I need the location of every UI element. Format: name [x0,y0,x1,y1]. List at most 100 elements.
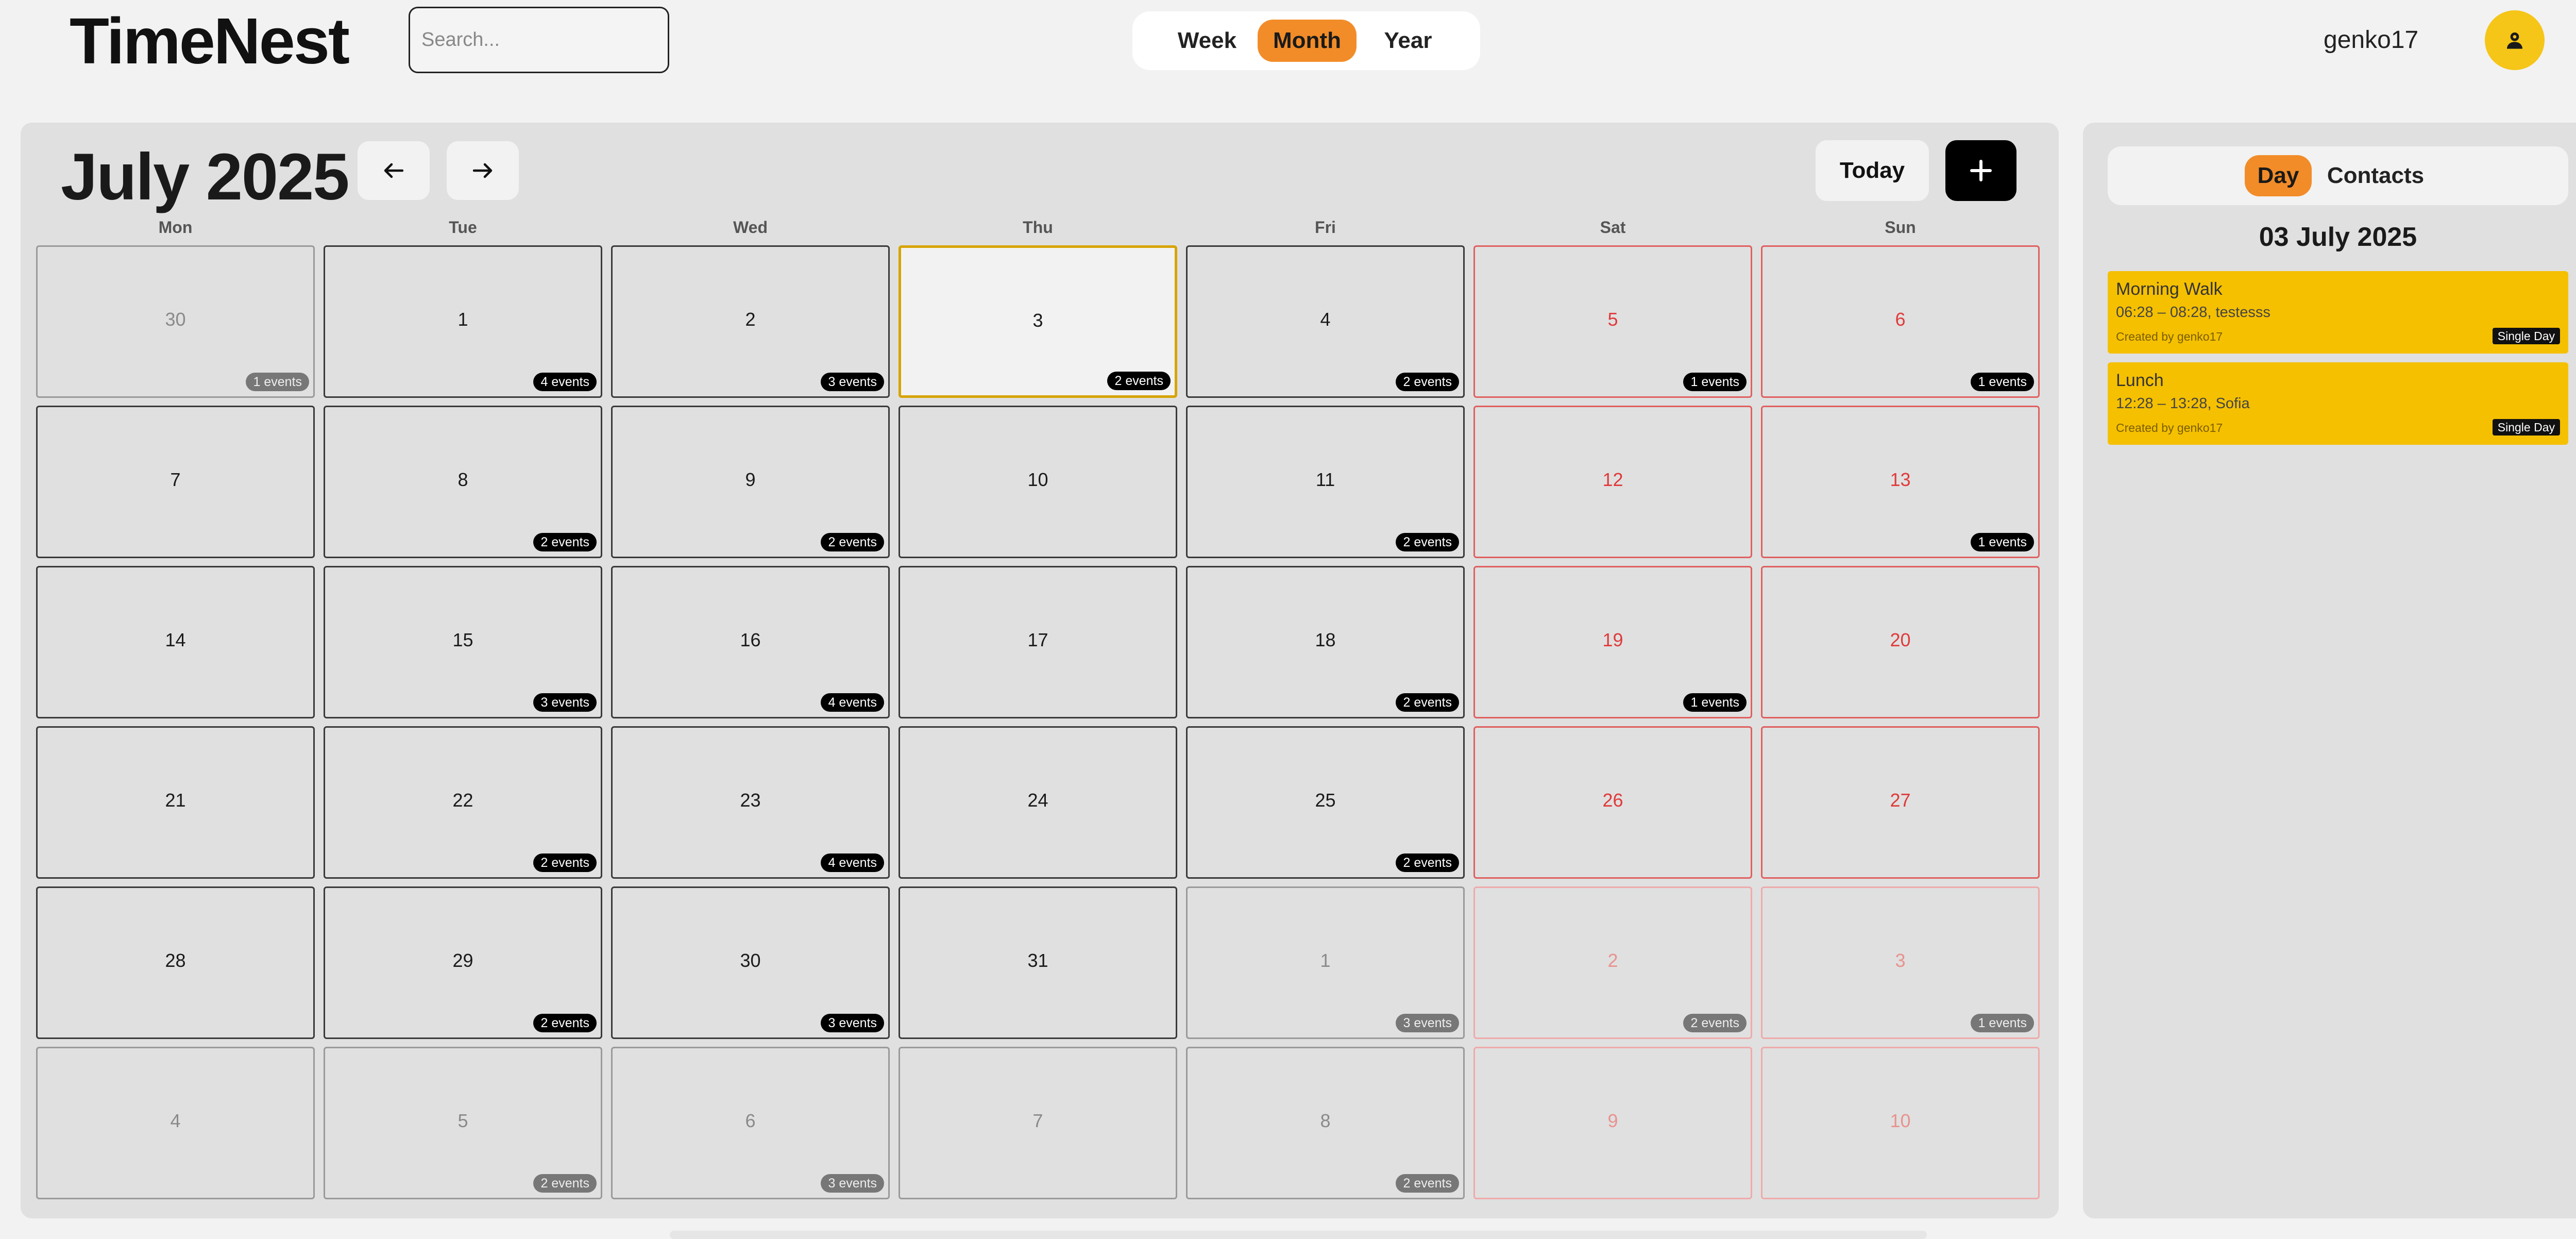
next-month-button[interactable] [447,141,519,200]
day-number: 20 [1890,629,1911,650]
day-number: 22 [452,790,473,811]
day-cell[interactable]: 30 3 events [611,886,890,1039]
day-cell[interactable]: 23 4 events [611,726,890,879]
app-logo: TimeNest [70,5,350,77]
event-count-badge: 4 events [821,853,884,872]
day-cell[interactable]: 7 [36,406,315,558]
day-cell[interactable]: 17 [899,566,1177,718]
day-number: 24 [1027,790,1048,811]
tab-week[interactable]: Week [1168,20,1246,62]
day-number: 4 [1320,309,1331,330]
day-number: 28 [165,950,186,971]
event-count-badge: 3 events [821,1174,884,1193]
search-input[interactable] [409,7,669,73]
tab-contacts[interactable]: Contacts [2319,155,2432,196]
day-cell[interactable]: 4 [36,1047,315,1199]
event-count-badge: 4 events [821,693,884,712]
day-cell[interactable]: 15 3 events [324,566,602,718]
day-cell[interactable]: 2 2 events [1473,886,1752,1039]
day-cell[interactable]: 29 2 events [324,886,602,1039]
event-count-badge: 2 events [1396,373,1459,391]
prev-month-button[interactable] [358,141,430,200]
day-cell[interactable]: 25 2 events [1186,726,1465,879]
day-cell[interactable]: 16 4 events [611,566,890,718]
event-count-badge: 4 events [533,373,597,391]
user-avatar-button[interactable] [2485,10,2545,70]
day-cell[interactable]: 30 1 events [36,245,315,398]
event-count-badge: 3 events [821,373,884,391]
day-number: 12 [1602,469,1623,490]
add-event-button[interactable] [1945,140,2016,201]
today-button[interactable]: Today [1816,140,1929,201]
day-cell[interactable]: 31 [899,886,1177,1039]
weekday-header: Mon [158,218,193,237]
event-count-badge: 3 events [533,693,597,712]
day-cell[interactable]: 18 2 events [1186,566,1465,718]
tab-month[interactable]: Month [1258,20,1357,62]
day-cell[interactable]: 11 2 events [1186,406,1465,558]
day-cell[interactable]: 5 1 events [1473,245,1752,398]
day-cell[interactable]: 6 1 events [1761,245,2040,398]
day-cell[interactable]: 1 4 events [324,245,602,398]
day-cell[interactable]: 21 [36,726,315,879]
day-number: 9 [745,469,756,490]
event-count-badge: 2 events [1107,372,1171,390]
day-cell[interactable]: 8 2 events [324,406,602,558]
event-count-badge: 2 events [533,533,597,551]
event-card[interactable]: Morning Walk 06:28 – 08:28, testesss Creat… [2108,271,2568,354]
event-type-badge: Single Day [2492,328,2560,344]
event-count-badge: 2 events [1396,693,1459,712]
day-cell[interactable]: 13 1 events [1761,406,2040,558]
tab-day[interactable]: Day [2245,155,2312,196]
event-count-badge: 3 events [821,1014,884,1032]
event-title: Morning Walk [2116,279,2223,299]
day-cell[interactable]: 10 [1761,1047,2040,1199]
day-number: 10 [1027,469,1048,490]
day-number: 31 [1027,950,1048,971]
selected-date: 03 July 2025 [2259,222,2417,252]
calendar-panel: July 2025 Today Mon Tue Wed Thu Fri Sat Sun 30… [21,123,2059,1218]
day-cell[interactable]: 9 [1473,1047,1752,1199]
event-count-badge: 1 events [246,373,309,391]
event-count-badge: 2 events [1396,1174,1459,1193]
event-count-badge: 2 events [1683,1014,1747,1032]
day-number: 11 [1315,469,1335,490]
day-cell[interactable]: 28 [36,886,315,1039]
day-number: 6 [745,1110,756,1131]
day-cell-today[interactable]: 3 2 events [899,245,1177,398]
day-cell[interactable]: 19 1 events [1473,566,1752,718]
event-creator: Created by genko17 [2116,330,2223,343]
day-cell[interactable]: 12 [1473,406,1752,558]
day-number: 15 [452,629,473,650]
day-cell[interactable]: 22 2 events [324,726,602,879]
event-creator: Created by genko17 [2116,421,2223,434]
day-cell[interactable]: 20 [1761,566,2040,718]
weekday-header: Tue [449,218,477,237]
day-cell[interactable]: 8 2 events [1186,1047,1465,1199]
day-cell[interactable]: 14 [36,566,315,718]
day-cell[interactable]: 6 3 events [611,1047,890,1199]
day-cell[interactable]: 2 3 events [611,245,890,398]
day-cell[interactable]: 10 [899,406,1177,558]
plus-icon [1970,160,1992,181]
day-cell[interactable]: 27 [1761,726,2040,879]
event-count-badge: 2 events [821,533,884,551]
month-title: July 2025 [61,140,349,214]
event-card[interactable]: Lunch 12:28 – 13:28, Sofia Created by genk… [2108,362,2568,445]
day-cell[interactable]: 9 2 events [611,406,890,558]
day-number: 13 [1890,469,1911,490]
day-cell[interactable]: 4 2 events [1186,245,1465,398]
day-number: 30 [740,950,761,971]
weekday-header: Sun [1885,218,1916,237]
tab-year[interactable]: Year [1369,20,1447,62]
day-cell[interactable]: 5 2 events [324,1047,602,1199]
day-cell[interactable]: 24 [899,726,1177,879]
day-number: 4 [170,1110,181,1131]
day-cell[interactable]: 1 3 events [1186,886,1465,1039]
event-count-badge: 1 events [1683,693,1747,712]
day-number: 21 [165,790,186,811]
day-cell[interactable]: 7 [899,1047,1177,1199]
day-cell[interactable]: 3 1 events [1761,886,2040,1039]
event-count-badge: 1 events [1971,533,2034,551]
day-cell[interactable]: 26 [1473,726,1752,879]
